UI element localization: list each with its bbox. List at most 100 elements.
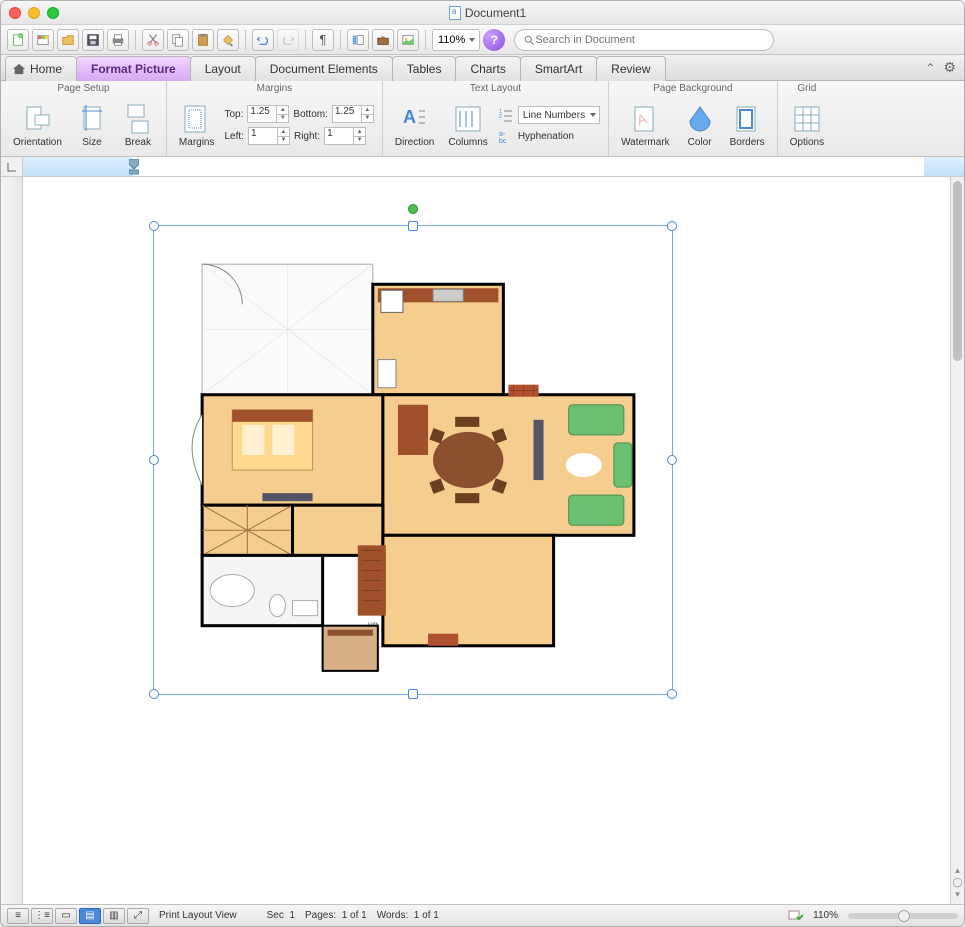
new-document-button[interactable]: + bbox=[7, 29, 29, 51]
margins-button[interactable]: Margins bbox=[175, 101, 219, 150]
minimize-window-button[interactable] bbox=[28, 7, 40, 19]
size-icon bbox=[76, 103, 108, 135]
break-button[interactable]: Break bbox=[118, 101, 158, 150]
size-button[interactable]: Size bbox=[72, 101, 112, 150]
fullscreen-view-button[interactable]: ⤢ bbox=[127, 908, 149, 924]
save-button[interactable] bbox=[82, 29, 104, 51]
browse-object-button[interactable]: ◯ bbox=[951, 877, 964, 888]
zoom-window-button[interactable] bbox=[47, 7, 59, 19]
search-field[interactable] bbox=[514, 29, 774, 51]
resize-handle-bl[interactable] bbox=[149, 689, 159, 699]
next-page-button[interactable]: ▾ bbox=[951, 889, 964, 900]
media-browser-button[interactable] bbox=[397, 29, 419, 51]
prev-page-button[interactable]: ▴ bbox=[951, 865, 964, 876]
words-value: 1 of 1 bbox=[414, 910, 439, 921]
columns-button[interactable]: Columns bbox=[444, 101, 491, 150]
resize-handle-tr[interactable] bbox=[667, 221, 677, 231]
group-page-background: Page Background A Watermark Color Border… bbox=[609, 81, 778, 156]
spin-up-icon[interactable]: ▲ bbox=[361, 106, 373, 115]
tab-document-elements[interactable]: Document Elements bbox=[255, 56, 393, 81]
tab-charts[interactable]: Charts bbox=[455, 56, 520, 81]
template-button[interactable] bbox=[32, 29, 54, 51]
print-button[interactable] bbox=[107, 29, 129, 51]
spin-up-icon[interactable]: ▲ bbox=[276, 106, 288, 115]
orientation-button[interactable]: Orientation bbox=[9, 101, 66, 150]
tab-smartart[interactable]: SmartArt bbox=[520, 56, 597, 81]
show-formatting-button[interactable]: ¶ bbox=[312, 29, 334, 51]
sidebar-button[interactable] bbox=[347, 29, 369, 51]
rotation-handle[interactable] bbox=[408, 204, 418, 214]
margin-top-input[interactable]: 1.25▲▼ bbox=[247, 105, 289, 123]
outline-view-button[interactable]: ⋮≡ bbox=[31, 908, 53, 924]
hyphenation-button[interactable]: a-bc Hyphenation bbox=[498, 128, 600, 144]
open-button[interactable] bbox=[57, 29, 79, 51]
tab-home[interactable]: Home bbox=[5, 56, 77, 81]
collapse-ribbon-button[interactable]: ⌃ bbox=[925, 61, 935, 75]
spin-up-icon[interactable]: ▲ bbox=[353, 128, 365, 137]
page: up bbox=[43, 185, 920, 896]
ruler-corner[interactable] bbox=[1, 157, 23, 176]
watermark-label: Watermark bbox=[621, 137, 670, 148]
margin-bottom-input[interactable]: 1.25▲▼ bbox=[332, 105, 374, 123]
draft-view-button[interactable]: ≡ bbox=[7, 908, 29, 924]
borders-button[interactable]: Borders bbox=[726, 101, 769, 150]
status-zoom-value: 110% bbox=[813, 910, 838, 921]
print-layout-view-button[interactable]: ▤ bbox=[79, 908, 101, 924]
tab-layout[interactable]: Layout bbox=[190, 56, 256, 81]
scrollbar-thumb[interactable] bbox=[953, 181, 962, 361]
resize-handle-mr[interactable] bbox=[667, 455, 677, 465]
search-input[interactable] bbox=[535, 34, 765, 46]
tab-tables-label: Tables bbox=[407, 62, 442, 76]
tab-tables[interactable]: Tables bbox=[392, 56, 457, 81]
document-scroll[interactable]: up bbox=[23, 177, 950, 904]
color-button[interactable]: Color bbox=[680, 101, 720, 150]
margins-icon bbox=[181, 103, 213, 135]
spin-up-icon[interactable]: ▲ bbox=[277, 128, 289, 137]
direction-button[interactable]: A Direction bbox=[391, 101, 438, 150]
margin-right-input[interactable]: 1▲▼ bbox=[324, 127, 366, 145]
tab-review[interactable]: Review bbox=[596, 56, 665, 81]
resize-handle-mt[interactable] bbox=[408, 221, 418, 231]
spin-down-icon[interactable]: ▼ bbox=[361, 115, 373, 123]
spin-down-icon[interactable]: ▼ bbox=[277, 137, 289, 145]
horizontal-ruler[interactable] bbox=[23, 157, 964, 176]
standard-toolbar: + ¶ 110% ? bbox=[1, 25, 964, 55]
resize-handle-br[interactable] bbox=[667, 689, 677, 699]
pages-value: 1 of 1 bbox=[342, 910, 367, 921]
floorplan-image: up bbox=[172, 244, 654, 676]
format-painter-button[interactable] bbox=[217, 29, 239, 51]
hyphenation-icon: a-bc bbox=[498, 128, 514, 144]
spin-down-icon[interactable]: ▼ bbox=[276, 115, 288, 123]
resize-handle-tl[interactable] bbox=[149, 221, 159, 231]
watermark-button[interactable]: A Watermark bbox=[617, 101, 674, 150]
copy-button[interactable] bbox=[167, 29, 189, 51]
grid-options-button[interactable]: Options bbox=[786, 101, 828, 150]
help-button[interactable]: ? bbox=[483, 29, 505, 51]
zoom-slider[interactable] bbox=[848, 913, 958, 919]
columns-icon bbox=[452, 103, 484, 135]
group-text-layout: Text Layout A Direction Columns 12 Line … bbox=[383, 81, 609, 156]
tab-format-picture[interactable]: Format Picture bbox=[76, 56, 191, 81]
margin-left-input[interactable]: 1▲▼ bbox=[248, 127, 290, 145]
close-window-button[interactable] bbox=[9, 7, 21, 19]
sec-label: Sec bbox=[267, 910, 284, 921]
notebook-view-button[interactable]: ▥ bbox=[103, 908, 125, 924]
line-numbers-button[interactable]: 12 Line Numbers bbox=[498, 106, 600, 124]
ribbon-options-button[interactable]: ⚙ bbox=[943, 59, 956, 76]
pages-label: Pages: bbox=[305, 910, 336, 921]
toolbox-button[interactable] bbox=[372, 29, 394, 51]
spellcheck-icon[interactable] bbox=[787, 909, 803, 923]
publishing-view-button[interactable]: ▭ bbox=[55, 908, 77, 924]
zoom-slider-thumb[interactable] bbox=[898, 910, 910, 922]
spin-down-icon[interactable]: ▼ bbox=[353, 137, 365, 145]
zoom-select[interactable]: 110% bbox=[432, 29, 480, 51]
resize-handle-ml[interactable] bbox=[149, 455, 159, 465]
vertical-ruler[interactable] bbox=[1, 177, 23, 904]
cut-button[interactable] bbox=[142, 29, 164, 51]
redo-button[interactable] bbox=[277, 29, 299, 51]
vertical-scrollbar[interactable]: ▴ ◯ ▾ bbox=[950, 177, 964, 904]
resize-handle-mb[interactable] bbox=[408, 689, 418, 699]
paste-button[interactable] bbox=[192, 29, 214, 51]
picture-selection[interactable]: up bbox=[153, 225, 673, 695]
undo-button[interactable] bbox=[252, 29, 274, 51]
